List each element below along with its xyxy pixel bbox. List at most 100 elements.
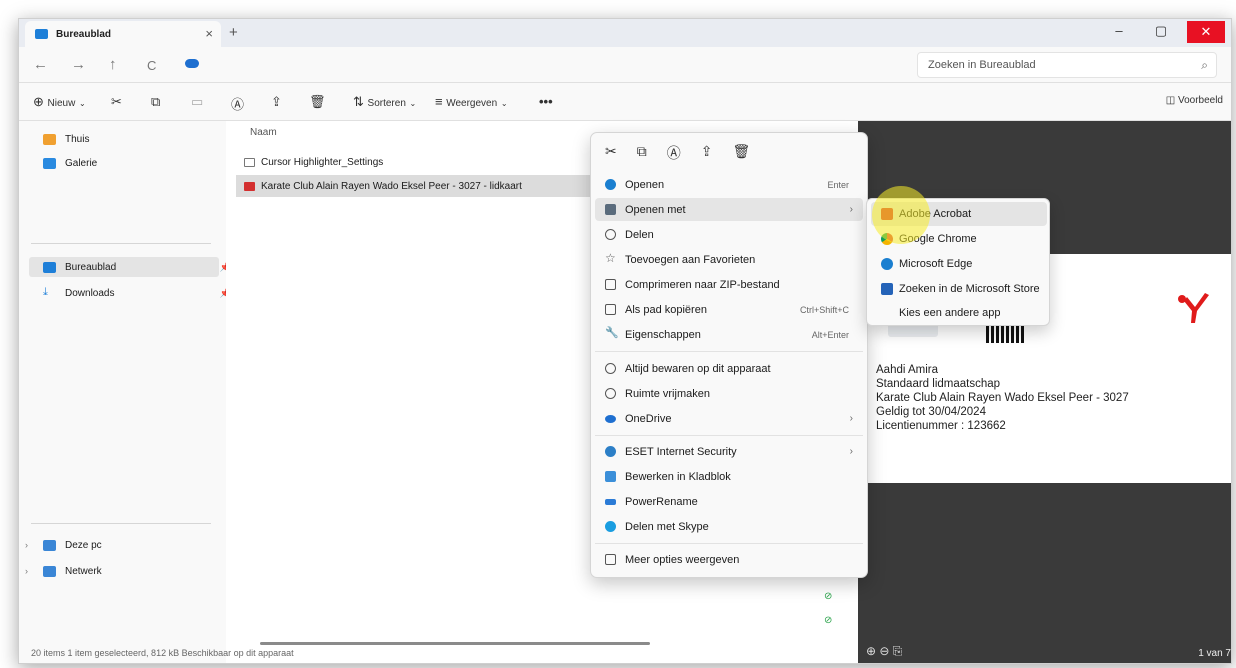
sidebar-item-desktop[interactable]: Bureaublad 📌 [29,257,231,277]
copy-icon[interactable]: ⧉ [151,94,160,110]
delete-icon[interactable]: 🗑 [309,94,326,110]
edge-icon [881,258,893,270]
chevron-right-icon: › [849,446,853,457]
sidebar-item-label: Netwerk [65,565,102,577]
back-button[interactable]: ← [33,56,48,73]
share-icon [605,229,616,240]
menu-item-notepad[interactable]: Bewerken in Kladblok [595,465,863,488]
menu-item-free-space[interactable]: Ruimte vrijmaken [595,382,863,405]
close-window-button[interactable]: ✕ [1187,21,1225,43]
copy-icon[interactable]: ⧉ [637,143,647,167]
acrobat-icon [881,208,893,220]
search-placeholder: Zoeken in Bureaublad [928,59,1036,71]
menu-item-open[interactable]: Openen Enter [595,173,863,196]
menu-item-more-options[interactable]: Meer opties weergeven [595,548,863,571]
card-text: Aahdi Amira Standaard lidmaatschap Karat… [876,363,1129,433]
file-icon [244,157,255,167]
close-tab-icon[interactable]: × [205,26,213,41]
file-name: Karate Club Alain Rayen Wado Eksel Peer … [261,180,522,192]
menu-item-onedrive[interactable]: OneDrive › [595,407,863,430]
submenu-item-microsoft-store[interactable]: Zoeken in de Microsoft Store [871,277,1047,301]
forward-button[interactable]: → [71,56,86,73]
shortcut-label: Alt+Enter [811,329,849,340]
view-icon: ≡ [435,94,443,109]
sort-button[interactable]: ⇅ Sorteren ⌄ [353,94,416,110]
chevron-right-icon[interactable]: › [25,566,28,576]
powerrename-icon [605,499,616,505]
maximize-button[interactable]: ▢ [1141,19,1181,45]
more-options-icon[interactable]: ••• [539,94,553,109]
valid-until: Geldig tot 30/04/2024 [876,406,986,418]
menu-item-always-keep[interactable]: Altijd bewaren op dit apparaat [595,357,863,380]
menu-item-properties[interactable]: 🔧 Eigenschappen Alt+Enter [595,323,863,346]
sidebar-item-home[interactable]: Thuis [29,129,219,149]
submenu-item-choose-other-app[interactable]: Kies een andere app [871,301,1047,325]
chevron-down-icon: ⌄ [500,99,508,108]
new-button[interactable]: ⊕ Nieuw ⌄ [33,94,86,110]
menu-item-label: Delen met Skype [625,520,709,533]
menu-item-label: OneDrive [625,412,672,425]
chevron-right-icon[interactable]: › [25,540,28,550]
notepad-icon [605,471,616,482]
skype-icon [605,521,616,532]
view-button[interactable]: ≡ Weergeven ⌄ [435,94,508,109]
chevron-down-icon: ⌄ [409,99,417,108]
preview-button[interactable]: ◫ Voorbeeld [1166,95,1223,106]
up-button[interactable]: ↑ [109,56,117,73]
store-icon [881,283,893,295]
paste-icon[interactable]: ▭ [191,94,203,110]
menu-item-label: Toevoegen aan Favorieten [625,253,756,266]
wrench-icon: 🔧 [605,327,619,339]
refresh-button[interactable]: C [147,58,156,73]
share-icon[interactable]: ⇪ [701,143,713,167]
rename-icon[interactable]: Ⓐ [667,143,681,167]
tab-title: Bureaublad [56,28,112,40]
cut-icon[interactable]: ✂ [111,94,122,110]
more-options-icon [605,554,616,565]
submenu-item-microsoft-edge[interactable]: Microsoft Edge [871,252,1047,276]
sidebar-item-label: Thuis [65,133,90,145]
menu-item-skype[interactable]: Delen met Skype [595,515,863,538]
sidebar-item-this-pc[interactable]: › Deze pc [25,535,219,555]
menu-item-label: Openen [625,178,665,191]
chevron-right-icon: › [849,413,853,424]
address-bar[interactable] [209,53,909,77]
share-icon[interactable]: ⇪ [271,94,282,110]
menu-item-label: PowerRename [625,495,698,508]
sidebar-item-network[interactable]: › Netwerk [25,561,219,581]
column-header-name[interactable]: Naam [250,127,277,138]
list-item[interactable]: Cursor Highlighter_Settings [236,151,636,173]
menu-divider [595,543,863,544]
menu-item-label: ESET Internet Security [625,445,737,458]
rename-icon[interactable]: Ⓐ [231,94,244,113]
menu-item-compress-zip[interactable]: Comprimeren naar ZIP-bestand [595,273,863,296]
desktop-icon [43,261,56,273]
navigation-pane: Thuis Galerie Bureaublad 📌 ⤓ Downloads 📌… [19,121,231,663]
eset-icon [605,446,616,457]
delete-icon[interactable]: 🗑 [732,143,750,167]
computer-icon [43,539,56,551]
minimize-button[interactable]: – [1099,19,1139,45]
new-tab-button[interactable]: + [229,24,238,41]
cut-icon[interactable]: ✂ [605,143,617,167]
menu-item-open-with[interactable]: Openen met › [595,198,863,221]
menu-item-powerrename[interactable]: PowerRename [595,490,863,513]
sidebar-item-downloads[interactable]: ⤓ Downloads 📌 [29,283,231,303]
open-with-submenu: Adobe Acrobat Google Chrome Microsoft Ed… [866,198,1050,326]
submenu-item-label: Google Chrome [899,233,977,245]
submenu-item-google-chrome[interactable]: Google Chrome [871,227,1047,251]
submenu-item-label: Kies een andere app [899,307,1001,319]
submenu-item-label: Adobe Acrobat [899,208,972,220]
membership-type: Standaard lidmaatschap [876,378,1001,390]
sidebar-item-gallery[interactable]: Galerie [29,153,219,173]
menu-item-eset[interactable]: ESET Internet Security › [595,440,863,463]
submenu-item-adobe-acrobat[interactable]: Adobe Acrobat [871,202,1047,226]
menu-item-copy-path[interactable]: Als pad kopiëren Ctrl+Shift+C [595,298,863,321]
menu-item-share[interactable]: Delen [595,223,863,246]
sync-status-icon: ⊘ [824,591,833,602]
status-bar: 20 items 1 item geselecteerd, 812 kB Bes… [31,648,294,658]
onedrive-icon [185,59,199,68]
search-input[interactable]: Zoeken in Bureaublad ⌕ [917,52,1217,78]
tab-bureaublad[interactable]: Bureaublad × [25,21,221,47]
menu-item-add-favorites[interactable]: ☆ Toevoegen aan Favorieten [595,248,863,271]
